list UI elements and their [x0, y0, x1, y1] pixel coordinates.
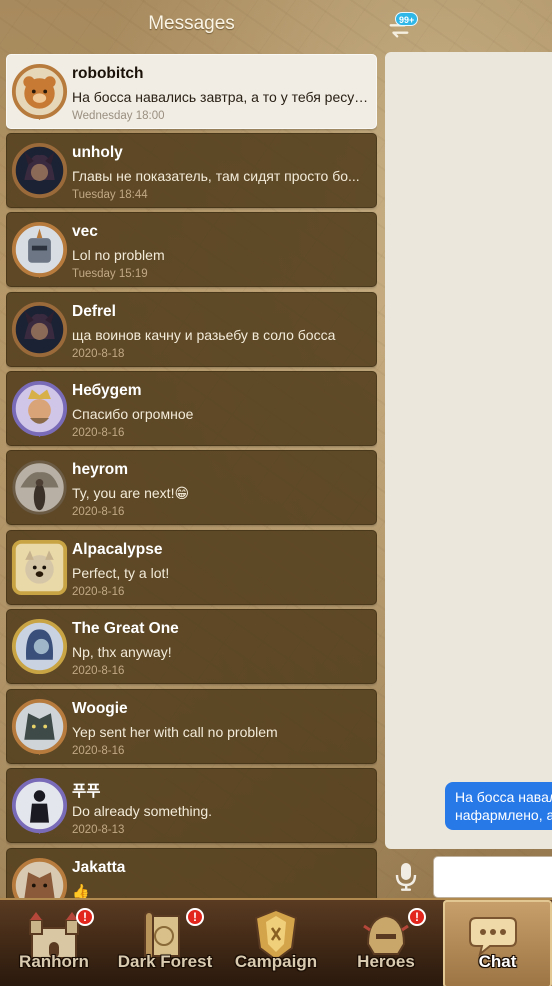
message-input[interactable] [433, 856, 552, 898]
conversation-preview: Do already something. [72, 803, 213, 819]
nav-label: Heroes [357, 952, 415, 971]
conversation-item[interactable]: Jakatta 👍 [6, 848, 377, 898]
nav-label: Dark Forest [117, 952, 213, 971]
conversation-name: Alpacalypse [72, 541, 163, 558]
conversation-item[interactable]: heyrom Ty, you are next!😁 2020-8-16 [6, 450, 377, 525]
conversation-name: The Great One [72, 620, 179, 637]
dark-hero-avatar [11, 301, 68, 358]
conversation-time: 2020-8-13 [72, 824, 125, 836]
microphone-icon [395, 863, 417, 891]
dog-avatar [11, 539, 68, 596]
conversation-time: 2020-8-16 [72, 506, 125, 518]
conversation-time: 2020-8-18 [72, 348, 125, 360]
chat-pane[interactable] [385, 52, 552, 849]
conversation-name: Jakatta [72, 859, 126, 876]
nav-chat[interactable]: Chat [443, 900, 552, 986]
ghost-avatar [11, 618, 68, 675]
suit-avatar [11, 777, 68, 834]
conversation-preview: ща воинов качну и разьебу в соло босса [72, 327, 336, 343]
nav-label: Campaign [234, 952, 318, 971]
conversation-item[interactable]: vec Lol no problem Tuesday 15:19 [6, 212, 377, 287]
conversation-preview: Lol no problem [72, 247, 165, 263]
conversation-name: robobitch [72, 65, 144, 82]
conversation-item[interactable]: Небуgem Спасибо огромное 2020-8-16 [6, 371, 377, 446]
conversation-name: Defrel [72, 303, 116, 320]
dark-hero-avatar [11, 142, 68, 199]
conversation-item[interactable]: Defrel ща воинов качну и разьебу в соло … [6, 292, 377, 367]
nav-label: Chat [478, 952, 517, 971]
photo-avatar [11, 459, 68, 516]
conversation-time: 2020-8-16 [72, 586, 125, 598]
beast-avatar [11, 857, 68, 898]
conversation-time: Tuesday 15:19 [72, 268, 148, 280]
alert-badge: ! [76, 908, 94, 926]
microphone-button[interactable] [392, 860, 420, 892]
conversation-name: 푸푸 [72, 783, 101, 800]
conversation-name: Woogie [72, 700, 128, 717]
beast-avatar [11, 698, 68, 755]
bottom-nav: Ranhorn ! Dark Forest ! Campaign Heroes … [0, 898, 552, 986]
conversation-item[interactable]: Woogie Yep sent her with call no problem… [6, 689, 377, 764]
nav-heroes[interactable]: Heroes ! [332, 900, 440, 986]
conversation-list[interactable]: robobitch На босса навались завтра, а то… [6, 54, 377, 898]
conversation-name: Небуgem [72, 382, 142, 399]
message-line: На босса навал [455, 789, 552, 805]
nav-dark-forest[interactable]: Dark Forest ! [110, 900, 220, 986]
page-title: Messages [148, 13, 235, 34]
conversation-preview: 👍 [72, 883, 90, 898]
king-avatar [11, 380, 68, 437]
conversation-preview: Спасибо огромное [72, 406, 194, 422]
alert-badge: ! [186, 908, 204, 926]
unread-badge: 99+ [395, 12, 419, 26]
conversation-preview: Np, thx anyway! [72, 644, 172, 660]
conversation-item[interactable]: 푸푸 Do already something. 2020-8-13 [6, 768, 377, 843]
conversation-time: 2020-8-16 [72, 665, 125, 677]
conversation-time: Wednesday 18:00 [72, 110, 165, 122]
nav-campaign[interactable]: Campaign [222, 900, 330, 986]
conversation-time: 2020-8-16 [72, 745, 125, 757]
conversation-time: Tuesday 18:44 [72, 189, 148, 201]
conversation-item[interactable]: robobitch На босса навались завтра, а то… [6, 54, 377, 129]
conversation-item[interactable]: The Great One Np, thx anyway! 2020-8-16 [6, 609, 377, 684]
conversation-time: 2020-8-16 [72, 427, 125, 439]
conversation-preview: Главы не показатель, там сидят просто бо… [72, 168, 360, 184]
nav-label: Ranhorn [19, 952, 89, 971]
conversation-preview: Ty, you are next!😁 [72, 485, 190, 501]
conversation-preview: На босса навались завтра, а то у тебя ре… [72, 89, 372, 105]
alert-badge: ! [408, 908, 426, 926]
nav-ranhorn[interactable]: Ranhorn ! [0, 900, 108, 986]
conversation-preview: Yep sent her with call no problem [72, 724, 278, 740]
message-line: нафармлено, а [455, 807, 552, 823]
knight-avatar [11, 221, 68, 278]
message-bubble[interactable]: На босса навал нафармлено, а [445, 782, 552, 830]
conversation-item[interactable]: unholy Главы не показатель, там сидят пр… [6, 133, 377, 208]
conversation-preview: Perfect, ty a lot! [72, 565, 170, 581]
conversation-name: unholy [72, 144, 123, 161]
conversation-item[interactable]: Alpacalypse Perfect, ty a lot! 2020-8-16 [6, 530, 377, 605]
conversation-name: heyrom [72, 461, 128, 478]
conversation-name: vec [72, 223, 98, 240]
bear-avatar [11, 63, 68, 120]
